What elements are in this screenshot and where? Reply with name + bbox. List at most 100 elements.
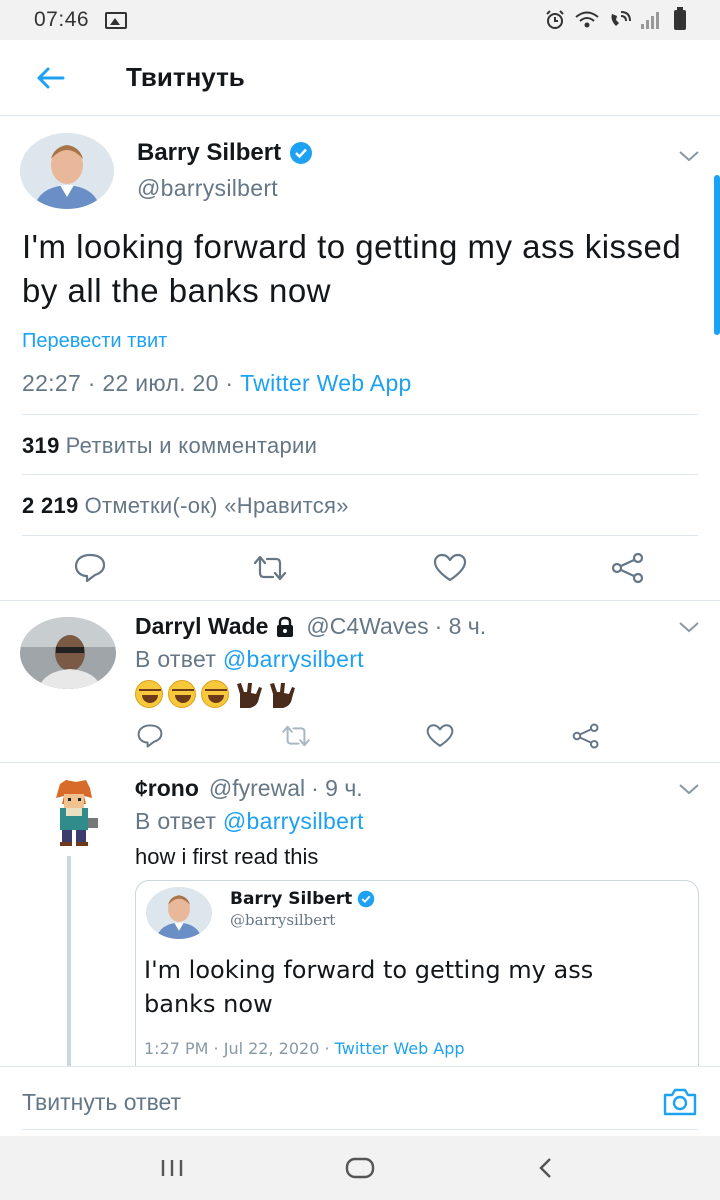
divider	[22, 414, 698, 415]
arrow-left-icon	[37, 67, 65, 88]
reply-author-name[interactable]: Darryl Wade	[135, 613, 268, 640]
likes-count: 2 219	[22, 493, 79, 518]
horns-emoji	[237, 683, 262, 708]
back-nav-button[interactable]	[526, 1152, 566, 1184]
reply-context: В ответ @barrysilbert	[135, 808, 364, 835]
avatar[interactable]	[46, 778, 102, 848]
tweet-timestamp: 22:27 · 22 июл. 20 ·	[22, 370, 241, 396]
reply-author-name[interactable]: ¢rono	[135, 775, 199, 802]
reply-button[interactable]	[70, 548, 110, 588]
reply-icon	[137, 724, 163, 748]
retweets-stat[interactable]: 319 Ретвиты и комментарии	[22, 433, 317, 459]
back-button[interactable]	[0, 40, 100, 116]
tweet-meta: 22:27 · 22 июл. 20 · Twitter Web App	[22, 370, 412, 397]
likes-stat[interactable]: 2 219 Отметки(-ок) «Нравится»	[22, 493, 349, 519]
like-button[interactable]	[430, 548, 470, 588]
chevron-down-icon[interactable]	[678, 782, 700, 796]
reply-author-handle[interactable]: @C4Waves	[306, 613, 428, 640]
author-handle[interactable]: @barrysilbert	[137, 175, 278, 202]
avatar[interactable]	[20, 617, 116, 689]
quote-text: I'm looking forward to getting my ass ba…	[144, 953, 698, 1021]
reply-to-link[interactable]: @barrysilbert	[223, 646, 364, 672]
reply-prefix: В ответ	[135, 646, 223, 672]
rolling-laughing-emoji	[135, 680, 163, 708]
reply-author: Darryl Wade @C4Waves · 8 ч.	[135, 613, 486, 640]
reply-composer: Твитнуть ответ	[0, 1066, 720, 1136]
avatar	[146, 887, 212, 939]
divider	[22, 1129, 698, 1130]
status-bar: 07:46	[0, 0, 720, 40]
recent-apps-icon	[161, 1160, 183, 1176]
reply-to-link[interactable]: @barrysilbert	[223, 808, 364, 834]
rolling-laughing-emoji	[168, 680, 196, 708]
status-time: 07:46	[34, 8, 90, 31]
horns-emoji	[270, 683, 295, 708]
retweet-button[interactable]	[250, 548, 290, 588]
chevron-down-icon[interactable]	[678, 620, 700, 634]
verified-icon	[290, 142, 313, 164]
tweet-source-link[interactable]: Twitter Web App	[240, 370, 412, 396]
chevron-left-icon	[539, 1158, 551, 1178]
share-icon	[611, 553, 644, 583]
reply-author: ¢rono @fyrewal · 9 ч.	[135, 775, 363, 802]
thread-line	[67, 856, 71, 1068]
reply-author-handle[interactable]: @fyrewal	[209, 775, 305, 802]
recent-apps-button[interactable]	[152, 1152, 192, 1184]
wifi-icon	[575, 11, 599, 28]
battery-icon	[674, 7, 686, 30]
reply-icon	[74, 553, 106, 583]
page-title: Твитнуть	[126, 62, 245, 92]
author-name[interactable]: Barry Silbert	[137, 139, 313, 167]
quote-author-handle: @barrysilbert	[230, 911, 336, 929]
status-icons	[544, 7, 686, 31]
heart-icon	[426, 724, 454, 747]
author-name-text: Barry Silbert	[137, 139, 282, 166]
retweet-icon	[253, 555, 287, 581]
retweets-count: 319	[22, 433, 60, 458]
share-button[interactable]	[566, 716, 606, 756]
separator	[0, 600, 720, 601]
scrollbar[interactable]	[714, 175, 720, 335]
quote-author-name: Barry Silbert	[230, 889, 375, 909]
quoted-tweet-image[interactable]: Barry Silbert @barrysilbert I'm looking …	[135, 880, 699, 1080]
retweet-button[interactable]	[276, 716, 316, 756]
divider	[22, 535, 698, 536]
home-button[interactable]	[340, 1152, 380, 1184]
camera-icon[interactable]	[662, 1087, 698, 1117]
separator	[0, 762, 720, 763]
reply-emojis	[135, 680, 297, 710]
avatar[interactable]	[20, 133, 114, 209]
reply-input[interactable]: Твитнуть ответ	[22, 1089, 181, 1116]
reply-time: · 8 ч.	[434, 613, 487, 639]
rolling-laughing-emoji	[201, 680, 229, 708]
volte-icon	[611, 11, 631, 26]
signal-icon	[641, 12, 659, 29]
alarm-icon	[546, 10, 564, 29]
quote-source: Twitter Web App	[334, 1039, 465, 1058]
divider	[22, 474, 698, 475]
reply-button[interactable]	[130, 716, 170, 756]
retweet-icon	[282, 725, 310, 747]
reply-time: · 9 ч.	[311, 775, 363, 801]
chevron-down-icon[interactable]	[678, 149, 700, 163]
app-header: Твитнуть	[0, 40, 720, 116]
quote-author-name-text: Barry Silbert	[230, 889, 353, 909]
reply-text: how i first read this	[135, 844, 319, 869]
translate-link[interactable]: Перевести твит	[22, 330, 167, 353]
verified-icon	[358, 890, 375, 908]
share-icon	[572, 723, 599, 749]
likes-label: Отметки(-ок) «Нравится»	[84, 493, 349, 518]
system-nav-bar	[0, 1136, 720, 1200]
home-icon	[345, 1157, 375, 1179]
lock-icon	[277, 616, 294, 637]
quote-text-line: I'm looking forward to getting my ass	[144, 956, 594, 984]
reply-prefix: В ответ	[135, 808, 223, 834]
share-button[interactable]	[608, 548, 648, 588]
reply-context: В ответ @barrysilbert	[135, 646, 364, 673]
like-button[interactable]	[420, 716, 460, 756]
retweets-label: Ретвиты и комментарии	[65, 433, 318, 458]
quote-text-line: banks now	[144, 990, 273, 1018]
quote-timestamp: 1:27 PM · Jul 22, 2020 ·	[144, 1039, 335, 1058]
gallery-icon	[105, 11, 128, 29]
quote-meta: 1:27 PM · Jul 22, 2020 · Twitter Web App	[144, 1039, 465, 1058]
